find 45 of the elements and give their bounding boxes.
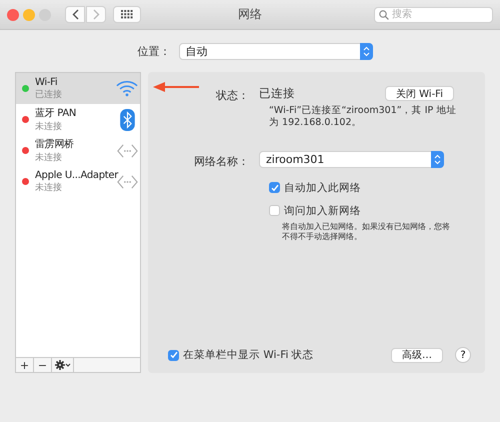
service-name: 蓝牙 PAN: [35, 106, 76, 120]
chevron-left-icon: [72, 9, 78, 20]
network-name-select[interactable]: ziroom301: [259, 150, 444, 168]
bluetooth-icon: [120, 108, 135, 130]
grid-icon: [121, 10, 133, 19]
add-button[interactable]: +: [16, 358, 34, 372]
status-label: 状态：: [216, 89, 249, 102]
back-button[interactable]: [65, 6, 85, 23]
updown-arrows-icon: [434, 154, 441, 165]
wifi-icon: [116, 80, 138, 97]
search-field[interactable]: 搜索: [374, 6, 493, 22]
remove-button[interactable]: −: [34, 358, 52, 372]
help-button[interactable]: ?: [455, 347, 471, 363]
arrow-annotation-icon: [153, 82, 199, 92]
network-interface-icon: [117, 144, 138, 158]
service-name: Wi-Fi: [35, 76, 58, 88]
network-interface-icon: [117, 174, 138, 188]
action-menu-button[interactable]: [52, 358, 74, 372]
checkmark-icon: [270, 184, 278, 192]
close-button[interactable]: [7, 8, 19, 20]
service-status: 未连接: [35, 120, 63, 133]
checkmark-icon: [170, 351, 178, 359]
service-status: 已连接: [35, 88, 63, 100]
location-label: 位置：: [138, 44, 170, 58]
menubar-checkbox[interactable]: 在菜单栏中显示 Wi-Fi 状态: [168, 348, 314, 362]
turn-off-wifi-button[interactable]: 关闭 Wi-Fi: [384, 86, 454, 101]
show-all-button[interactable]: [113, 6, 141, 23]
status-description: “Wi-Fi”已连接至“ziroom301”，其 IP 地址为 192.168.0.102。: [269, 105, 458, 130]
status-value: 已连接: [259, 86, 295, 101]
hint-text: 将自动加入已知网络。如果没有已知网络，您将不得不手动选择网络。: [282, 222, 451, 244]
service-status: 未连接: [35, 152, 63, 164]
search-icon: [379, 10, 389, 20]
service-name: Apple U...Adapter: [35, 170, 118, 180]
service-status: 未连接: [35, 182, 63, 194]
window-title: 网络: [238, 6, 262, 23]
location-select[interactable]: 自动: [178, 42, 372, 60]
chevron-right-icon: [92, 9, 100, 20]
minimize-button[interactable]: [23, 8, 35, 20]
network-service-item[interactable]: Wi-Fi 已连接: [16, 73, 140, 104]
checkbox-option[interactable]: 询问加入新网络: [269, 204, 361, 218]
advanced-button[interactable]: 高级…: [391, 348, 443, 362]
updown-arrows-icon: [362, 46, 370, 56]
service-name: 雷雳网桥: [35, 138, 74, 151]
checkbox-option[interactable]: 自动加入此网络: [269, 180, 361, 195]
network-name-label: 网络名称：: [194, 154, 249, 168]
